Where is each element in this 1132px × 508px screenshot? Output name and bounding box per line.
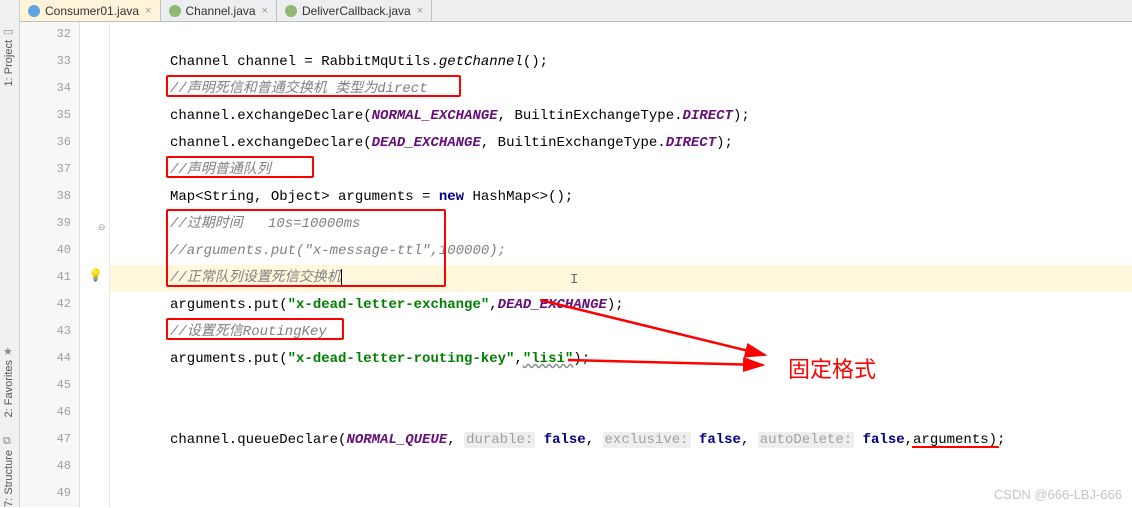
- tab-label: DeliverCallback.java: [302, 4, 411, 18]
- code-line: [110, 481, 1132, 508]
- tab-label: Consumer01.java: [45, 4, 139, 18]
- code-editor[interactable]: Channel channel = RabbitMqUtils.getChann…: [110, 22, 1132, 507]
- line-number: 38: [57, 189, 71, 203]
- code-line: channel.queueDeclare(NORMAL_QUEUE, durab…: [110, 427, 1132, 454]
- line-number: 32: [57, 27, 71, 41]
- tab-delivercallback[interactable]: DeliverCallback.java ×: [277, 0, 432, 21]
- tab-channel[interactable]: Channel.java ×: [161, 0, 278, 21]
- line-number: 45: [57, 378, 71, 392]
- code-line: arguments.put("x-dead-letter-routing-key…: [110, 346, 1132, 373]
- code-line: [110, 22, 1132, 49]
- code-line: //arguments.put("x-message-ttl",100000);: [110, 238, 1132, 265]
- project-tool-button[interactable]: 1: Project: [3, 40, 15, 86]
- close-icon[interactable]: ×: [417, 5, 423, 17]
- code-line: channel.exchangeDeclare(DEAD_EXCHANGE, B…: [110, 130, 1132, 157]
- line-number: 35: [57, 108, 71, 122]
- annotation-gutter: [80, 22, 110, 507]
- java-interface-icon: [169, 5, 181, 17]
- java-interface-icon: [285, 5, 297, 17]
- favorites-tool-button[interactable]: 2: Favorites: [3, 360, 15, 417]
- tab-consumer01[interactable]: Consumer01.java ×: [20, 0, 161, 21]
- line-number: 33: [57, 54, 71, 68]
- fold-icon[interactable]: ⊖: [98, 222, 106, 233]
- line-number: 41: [57, 270, 71, 284]
- structure-tool-button[interactable]: 7: Structure: [3, 450, 15, 507]
- line-number-gutter: 32 33 34 35 36 37 38 39 40 41 42 43 44 45 46 47 48 49: [20, 22, 80, 507]
- line-number: 43: [57, 324, 71, 338]
- code-line: //设置死信RoutingKey: [110, 319, 1132, 346]
- text-caret: [341, 269, 342, 285]
- code-line: Channel channel = RabbitMqUtils.getChann…: [110, 49, 1132, 76]
- code-line: [110, 454, 1132, 481]
- line-number: 36: [57, 135, 71, 149]
- watermark: CSDN @666-LBJ-666: [994, 487, 1122, 502]
- code-line: //声明死信和普通交换机 类型为direct: [110, 76, 1132, 103]
- code-line: [110, 373, 1132, 400]
- editor-tabs: Consumer01.java × Channel.java × Deliver…: [20, 0, 1132, 22]
- mouse-ibeam-icon: I: [570, 272, 578, 288]
- code-line: //过期时间 10s=10000ms: [110, 211, 1132, 238]
- project-tool-icon: ▭: [3, 25, 13, 38]
- java-class-icon: [28, 5, 40, 17]
- structure-tool-icon: ⧉: [3, 435, 11, 448]
- line-number: 48: [57, 459, 71, 473]
- close-icon[interactable]: ×: [145, 5, 151, 17]
- line-number: 44: [57, 351, 71, 365]
- code-line: Map<String, Object> arguments = new Hash…: [110, 184, 1132, 211]
- line-number: 49: [57, 486, 71, 500]
- code-line: //声明普通队列: [110, 157, 1132, 184]
- close-icon[interactable]: ×: [262, 5, 268, 17]
- intention-bulb-icon[interactable]: 💡: [88, 268, 103, 282]
- favorites-tool-icon: ★: [3, 345, 13, 358]
- line-number: 37: [57, 162, 71, 176]
- line-number: 47: [57, 432, 71, 446]
- line-number: 46: [57, 405, 71, 419]
- line-number: 40: [57, 243, 71, 257]
- line-number: 39: [57, 216, 71, 230]
- code-line-current: //正常队列设置死信交换机: [110, 265, 1132, 292]
- code-line: arguments.put("x-dead-letter-exchange",D…: [110, 292, 1132, 319]
- line-number: 34: [57, 81, 71, 95]
- tab-label: Channel.java: [186, 4, 256, 18]
- code-line: [110, 400, 1132, 427]
- code-line: channel.exchangeDeclare(NORMAL_EXCHANGE,…: [110, 103, 1132, 130]
- line-number: 42: [57, 297, 71, 311]
- tool-window-strip: ▭ 1: Project ★ 2: Favorites ⧉ 7: Structu…: [0, 0, 20, 507]
